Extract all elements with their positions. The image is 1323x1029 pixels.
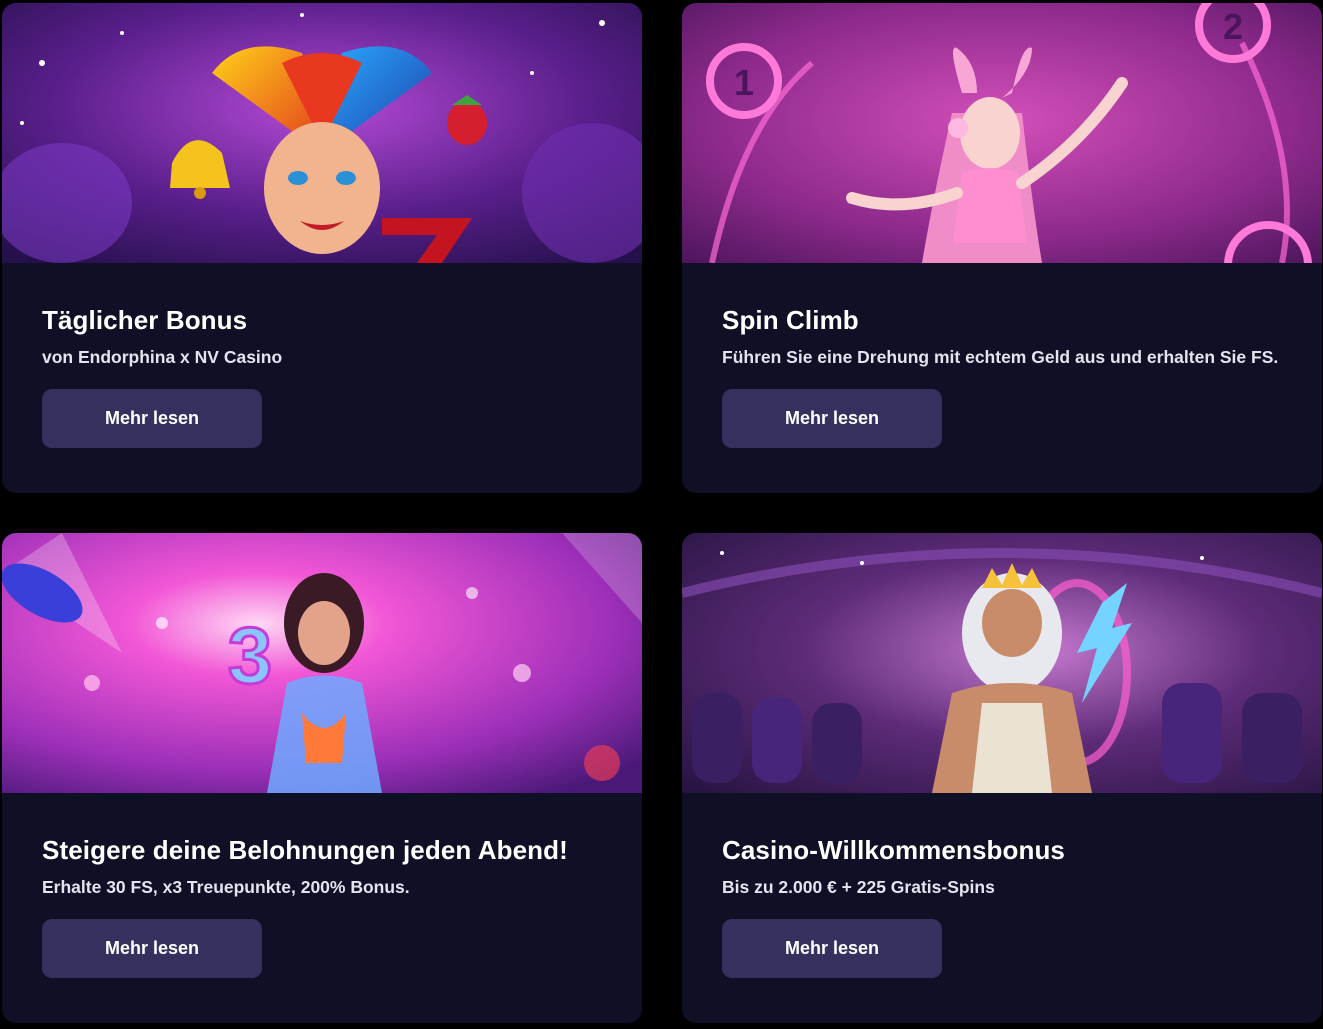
step-two-label: 2 [1223, 6, 1243, 47]
promo-card-spin-climb: 1 2 Spin Climb Führen Sie eine Drehung m… [682, 3, 1322, 493]
promo-title: Casino-Willkommensbonus [722, 835, 1065, 865]
promotions-grid: Täglicher Bonus von Endorphina x NV Casi… [2, 3, 1322, 1023]
promo-subtitle: von Endorphina x NV Casino [42, 347, 283, 367]
promo-title: Täglicher Bonus [42, 305, 248, 335]
promo-card-evening-rewards: 3 Steigere deine Belohnungen jeden Abend… [2, 533, 642, 1023]
promo-image-neon-girl[interactable]: 3 [2, 533, 642, 793]
neon-girl-artwork: 3 [2, 533, 642, 793]
promo-subtitle: Bis zu 2.000 € + 225 Gratis-Spins [722, 877, 995, 897]
promo-card-welcome-bonus: Casino-Willkommensbonus Bis zu 2.000 € +… [682, 533, 1322, 1023]
promo-subtitle: Führen Sie eine Drehung mit echtem Geld … [722, 347, 1279, 367]
promo-card-daily-bonus: Täglicher Bonus von Endorphina x NV Casi… [2, 3, 642, 493]
promo-image-jester[interactable] [2, 3, 642, 263]
promo-title: Steigere deine Belohnungen jeden Abend! [42, 835, 568, 865]
number-three-label: 3 [228, 611, 273, 700]
promo-card-body: Spin Climb Führen Sie eine Drehung mit e… [682, 263, 1322, 448]
bunny-girl-artwork: 1 2 [682, 3, 1322, 263]
promo-title: Spin Climb [722, 305, 859, 335]
promo-card-body: Täglicher Bonus von Endorphina x NV Casi… [2, 263, 642, 448]
read-more-button[interactable]: Mehr lesen [42, 919, 262, 978]
step-one-label: 1 [734, 62, 754, 103]
read-more-button[interactable]: Mehr lesen [42, 389, 262, 448]
promo-image-zeus[interactable] [682, 533, 1322, 793]
promo-image-bunny-girl[interactable]: 1 2 [682, 3, 1322, 263]
read-more-button[interactable]: Mehr lesen [722, 919, 942, 978]
zeus-artwork [682, 533, 1322, 793]
promo-subtitle: Erhalte 30 FS, x3 Treuepunkte, 200% Bonu… [42, 877, 410, 897]
promo-card-body: Steigere deine Belohnungen jeden Abend! … [2, 793, 642, 978]
promo-card-body: Casino-Willkommensbonus Bis zu 2.000 € +… [682, 793, 1322, 978]
jester-artwork [2, 3, 642, 263]
read-more-button[interactable]: Mehr lesen [722, 389, 942, 448]
